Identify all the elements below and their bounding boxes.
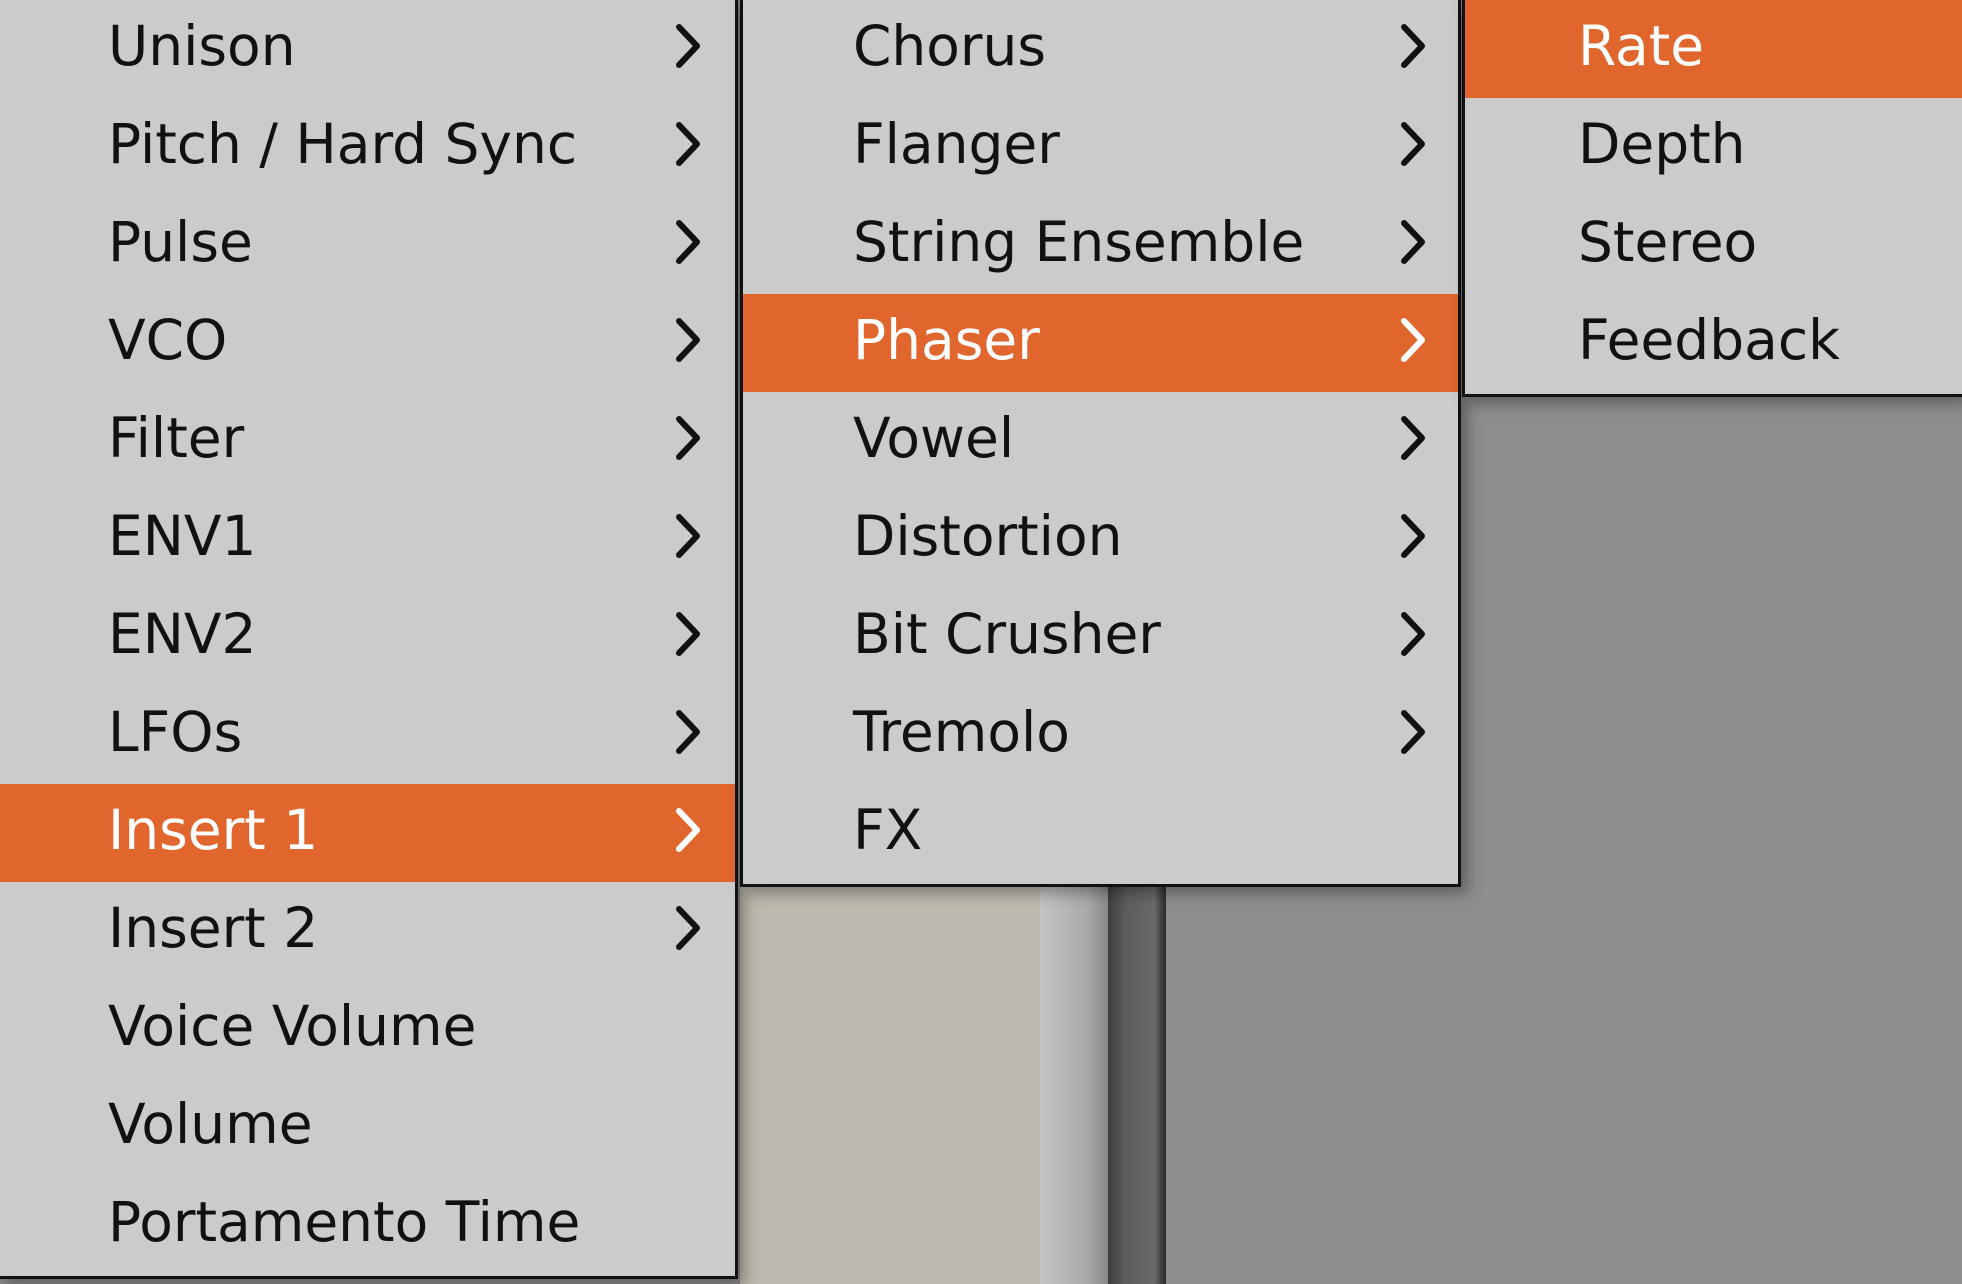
menu-item-label: Insert 2 — [108, 896, 319, 960]
menu-item-bit-crusher[interactable]: Bit Crusher — [743, 588, 1458, 686]
menu-item-feedback[interactable]: Feedback — [1465, 294, 1962, 392]
chevron-right-icon — [668, 196, 708, 288]
menu-item-label: VCO — [108, 308, 228, 372]
menu-item-pulse[interactable]: Pulse — [0, 196, 735, 294]
menu-item-label: Vowel — [853, 406, 1015, 470]
menu-item-label: Chorus — [853, 14, 1047, 78]
chevron-right-icon — [668, 392, 708, 484]
menu-item-label: ENV1 — [108, 504, 257, 568]
context-menu-parameters: Unison Pitch / Hard Sync Pulse VCO Filter ENV… — [0, 0, 738, 1279]
menu-item-label: Portamento Time — [108, 1190, 581, 1254]
chevron-right-icon — [668, 490, 708, 582]
menu-item-label: ENV2 — [108, 602, 257, 666]
menu-item-label: LFOs — [108, 700, 243, 764]
menu-item-fx[interactable]: FX — [743, 784, 1458, 882]
menu-item-label: Unison — [108, 14, 296, 78]
chevron-right-icon — [668, 686, 708, 778]
menu-item-rate[interactable]: Rate — [1465, 0, 1962, 98]
menu-item-label: Filter — [108, 406, 245, 470]
chevron-right-icon — [668, 294, 708, 386]
menu-item-insert-1[interactable]: Insert 1 — [0, 784, 735, 882]
menu-item-pitch-hard-sync[interactable]: Pitch / Hard Sync — [0, 98, 735, 196]
menu-item-lfos[interactable]: LFOs — [0, 686, 735, 784]
menu-item-env2[interactable]: ENV2 — [0, 588, 735, 686]
chevron-right-icon — [1393, 0, 1433, 92]
menu-item-voice-volume[interactable]: Voice Volume — [0, 980, 735, 1078]
chevron-right-icon — [1393, 294, 1433, 386]
menu-item-depth[interactable]: Depth — [1465, 98, 1962, 196]
menu-item-label: String Ensemble — [853, 210, 1305, 274]
menu-item-volume[interactable]: Volume — [0, 1078, 735, 1176]
menu-item-label: Depth — [1578, 112, 1746, 176]
menu-item-label: Distortion — [853, 504, 1123, 568]
menu-item-env1[interactable]: ENV1 — [0, 490, 735, 588]
menu-item-vco[interactable]: VCO — [0, 294, 735, 392]
menu-item-string-ensemble[interactable]: String Ensemble — [743, 196, 1458, 294]
chevron-right-icon — [1393, 588, 1433, 680]
chevron-right-icon — [668, 588, 708, 680]
chevron-right-icon — [668, 98, 708, 190]
chevron-right-icon — [668, 882, 708, 974]
menu-item-label: Flanger — [853, 112, 1060, 176]
menu-item-label: Stereo — [1578, 210, 1758, 274]
menu-item-label: Pulse — [108, 210, 253, 274]
submenu-phaser: Rate Depth Stereo Feedback — [1462, 0, 1962, 397]
menu-item-label: Rate — [1578, 14, 1705, 78]
menu-item-label: Voice Volume — [108, 994, 477, 1058]
menu-item-label: Bit Crusher — [853, 602, 1161, 666]
chevron-right-icon — [1393, 392, 1433, 484]
menu-item-insert-2[interactable]: Insert 2 — [0, 882, 735, 980]
menu-item-label: FX — [853, 798, 923, 862]
chevron-right-icon — [1393, 196, 1433, 288]
menu-item-label: Insert 1 — [108, 798, 319, 862]
menu-item-label: Volume — [108, 1092, 313, 1156]
menu-item-label: Pitch / Hard Sync — [108, 112, 578, 176]
submenu-insert-1: Chorus Flanger String Ensemble Phaser Vowel D… — [740, 0, 1461, 887]
menu-item-unison[interactable]: Unison — [0, 0, 735, 98]
menu-item-vowel[interactable]: Vowel — [743, 392, 1458, 490]
menu-item-chorus[interactable]: Chorus — [743, 0, 1458, 98]
menu-item-label: Tremolo — [853, 700, 1070, 764]
chevron-right-icon — [1393, 490, 1433, 582]
menu-item-portamento-time[interactable]: Portamento Time — [0, 1176, 735, 1274]
menu-item-flanger[interactable]: Flanger — [743, 98, 1458, 196]
chevron-right-icon — [668, 0, 708, 92]
menu-item-phaser[interactable]: Phaser — [743, 294, 1458, 392]
menu-item-distortion[interactable]: Distortion — [743, 490, 1458, 588]
menu-item-stereo[interactable]: Stereo — [1465, 196, 1962, 294]
menu-item-label: Phaser — [853, 308, 1040, 372]
menu-item-filter[interactable]: Filter — [0, 392, 735, 490]
menu-item-label: Feedback — [1578, 308, 1840, 372]
chevron-right-icon — [1393, 686, 1433, 778]
chevron-right-icon — [668, 784, 708, 876]
chevron-right-icon — [1393, 98, 1433, 190]
menu-item-tremolo[interactable]: Tremolo — [743, 686, 1458, 784]
